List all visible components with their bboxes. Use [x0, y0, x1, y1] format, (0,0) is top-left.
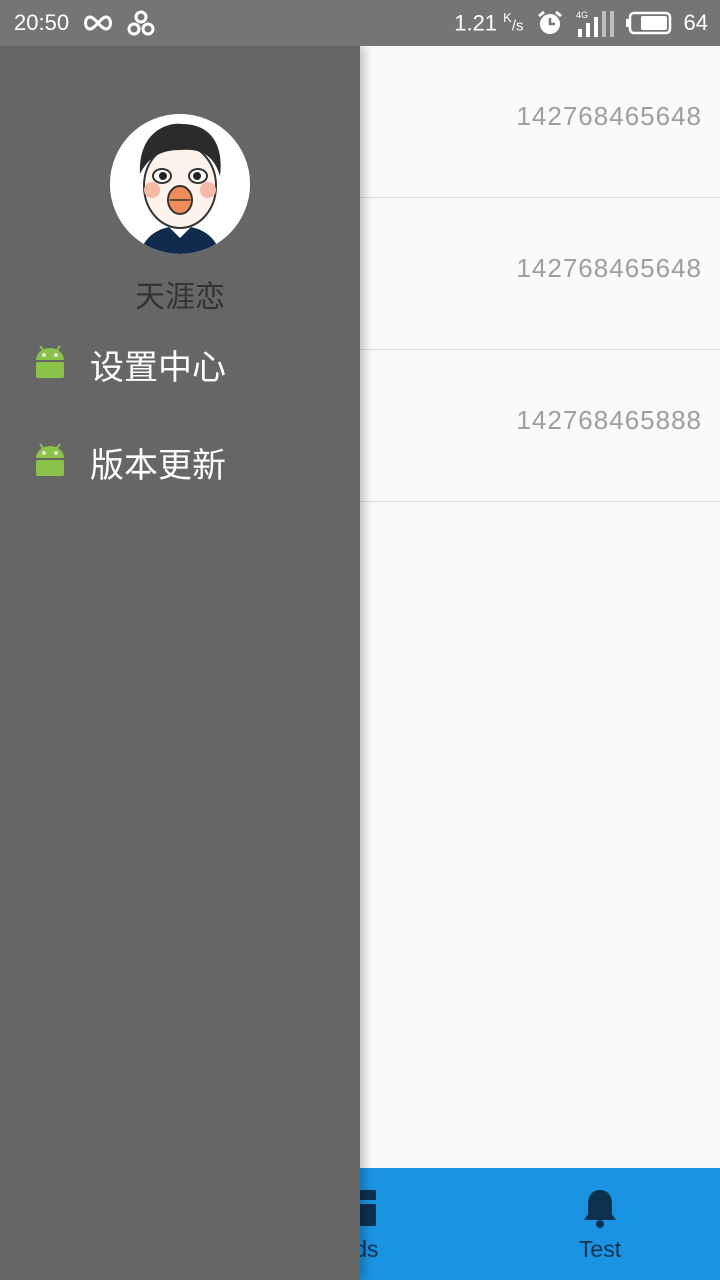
alarm-icon	[536, 9, 564, 37]
battery-icon	[625, 11, 672, 35]
bell-icon	[582, 1188, 618, 1232]
link-icon	[127, 10, 155, 36]
menu-item-update[interactable]: 版本更新	[0, 420, 360, 500]
signal-4g-icon: 4G	[576, 9, 614, 37]
list-item-number: 142768465648	[516, 253, 702, 283]
nav-label: Test	[578, 1236, 622, 1262]
list-item-number: 142768465648	[516, 101, 702, 131]
status-time: 20:50	[14, 10, 70, 35]
network-speed-unit-bottom: /s	[511, 17, 524, 35]
status-bar: 20:50 1.21 K/s 4G 64	[0, 0, 720, 46]
navigation-drawer: 天涯恋 设置中心 版本更新	[0, 46, 360, 1280]
status-left: 20:50	[14, 10, 155, 36]
menu-item-label: 设置中心	[90, 348, 226, 388]
android-icon	[32, 344, 68, 384]
list-item-number: 142768465888	[516, 405, 702, 435]
network-speed: 1.21 K/s	[454, 10, 523, 36]
nav-item-test[interactable]: Test	[480, 1168, 720, 1280]
menu-item-settings[interactable]: 设置中心	[0, 322, 360, 402]
avatar[interactable]	[110, 114, 250, 254]
svg-text:4G: 4G	[576, 10, 588, 20]
menu-item-label: 版本更新	[90, 446, 226, 486]
infinity-icon	[81, 13, 115, 33]
network-speed-unit-top: K	[503, 9, 512, 25]
status-right: 1.21 K/s 4G 64	[454, 9, 708, 37]
app-screen: 20:50 1.21 K/s 4G 64 142768465648 142768…	[0, 0, 720, 1280]
battery-level: 64	[683, 10, 708, 35]
android-icon	[32, 442, 68, 482]
network-speed-value: 1.21	[454, 10, 498, 36]
user-name: 天涯恋	[135, 280, 225, 315]
